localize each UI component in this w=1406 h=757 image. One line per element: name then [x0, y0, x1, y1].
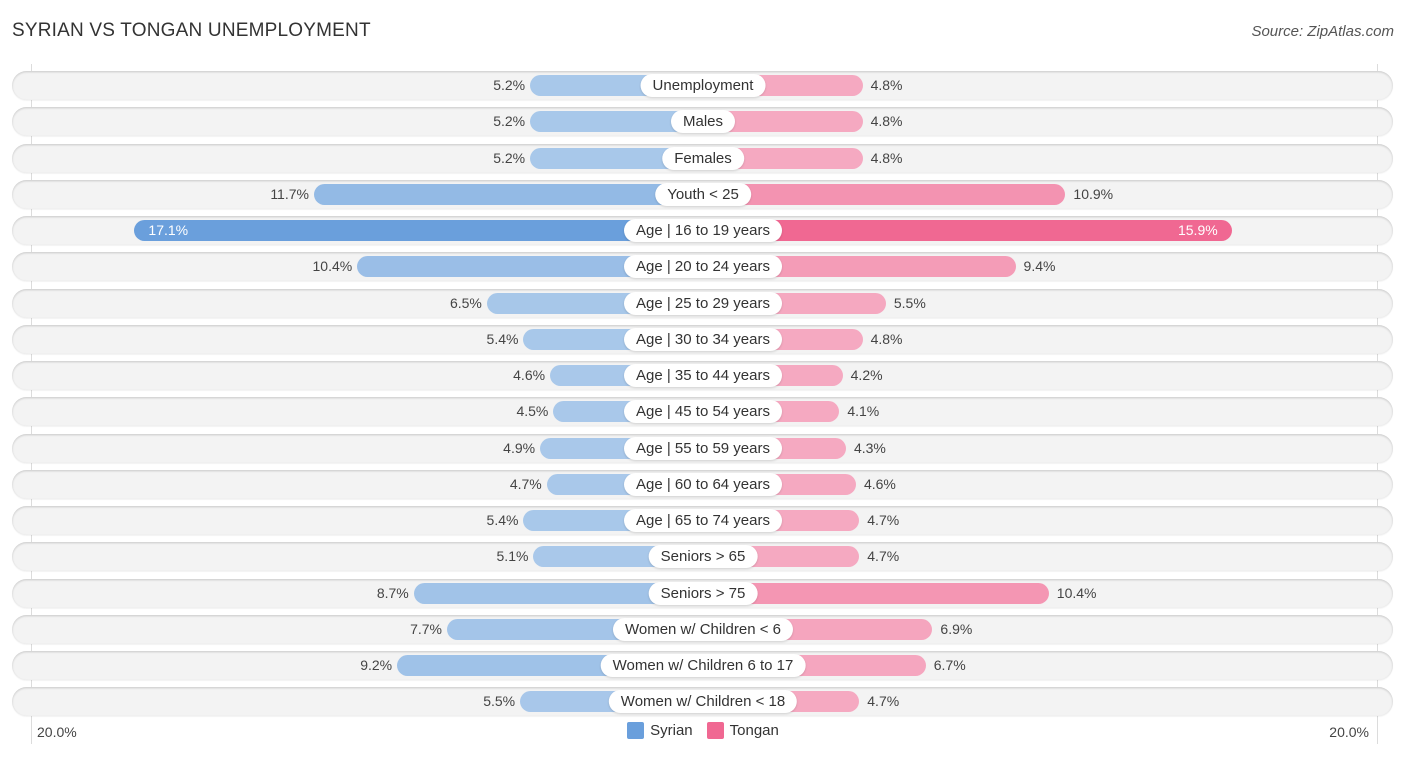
value-label-tongan-seniors-75: 10.4%: [1056, 584, 1097, 601]
category-label-age-35-to-44-years: Age | 35 to 44 years: [624, 364, 782, 387]
category-label-males: Males: [670, 110, 736, 134]
value-label-syrian-age-35-to-44-years: 4.6%: [513, 367, 546, 383]
category-label-age-25-to-29-years: Age | 25 to 29 years: [624, 291, 782, 315]
value-label-tongan-age-45-to-54-years: 4.1%: [847, 403, 880, 420]
value-label-syrian-age-16-to-19-years: 17.1%: [148, 222, 189, 238]
value-label-syrian-women-w-children-18: 5.5%: [483, 693, 516, 710]
value-label-tongan-age-55-to-59-years: 4.3%: [853, 439, 886, 456]
value-label-tongan-unemployment: 4.8%: [870, 77, 903, 93]
value-label-tongan-women-w-children-18: 4.7%: [867, 693, 900, 710]
value-label-syrian-age-45-to-54-years: 4.5%: [516, 403, 549, 420]
category-label-age-16-to-19-years: Age | 16 to 19 years: [624, 219, 782, 242]
value-label-syrian-age-60-to-64-years: 4.7%: [509, 475, 542, 492]
category-label-age-20-to-24-years: Age | 20 to 24 years: [624, 255, 782, 279]
value-label-syrian-unemployment: 5.2%: [493, 77, 526, 93]
value-label-syrian-age-30-to-34-years: 5.4%: [486, 330, 519, 347]
bar-syrian-youth-25[interactable]: [313, 183, 703, 205]
category-label-age-55-to-59-years: Age | 55 to 59 years: [624, 436, 782, 460]
value-label-syrian-males: 5.2%: [493, 113, 526, 130]
value-label-syrian-seniors-65: 5.1%: [496, 548, 529, 565]
legend: Syrian Tongan: [0, 722, 1406, 739]
legend-item-syrian[interactable]: Syrian: [627, 722, 693, 739]
category-label-youth-25: Youth < 25: [655, 182, 751, 206]
value-label-tongan-age-25-to-29-years: 5.5%: [893, 294, 926, 311]
legend-label-syrian: Syrian: [650, 722, 693, 739]
category-label-age-60-to-64-years: Age | 60 to 64 years: [624, 472, 782, 496]
category-label-women-w-children-6-to-17: Women w/ Children 6 to 17: [600, 654, 806, 677]
value-label-syrian-women-w-children-6-to-17: 9.2%: [360, 657, 393, 673]
category-label-seniors-75: Seniors > 75: [648, 581, 758, 605]
value-label-syrian-age-65-to-74-years: 5.4%: [486, 512, 519, 528]
value-label-tongan-age-60-to-64-years: 4.6%: [863, 475, 896, 492]
value-label-syrian-age-20-to-24-years: 10.4%: [312, 258, 353, 275]
value-label-syrian-age-25-to-29-years: 6.5%: [449, 294, 482, 311]
value-label-tongan-age-35-to-44-years: 4.2%: [850, 367, 883, 383]
bar-syrian-age-16-to-19-years[interactable]: [134, 220, 703, 241]
bar-tongan-youth-25[interactable]: [703, 183, 1066, 205]
value-label-syrian-youth-25: 11.7%: [270, 185, 309, 202]
value-label-tongan-age-16-to-19-years: 15.9%: [1177, 222, 1218, 238]
value-label-tongan-seniors-65: 4.7%: [867, 548, 900, 565]
category-label-women-w-children-6: Women w/ Children < 6: [612, 617, 794, 641]
legend-item-tongan[interactable]: Tongan: [706, 722, 779, 739]
category-label-unemployment: Unemployment: [640, 74, 766, 97]
bar-tongan-age-16-to-19-years[interactable]: [703, 220, 1232, 241]
value-label-tongan-age-65-to-74-years: 4.7%: [867, 512, 900, 528]
chart-plot-area: 5.2% 4.8% Unemployment 5.2% 4.8% Males 5.2% 4.8…: [0, 0, 1406, 757]
value-label-tongan-youth-25: 10.9%: [1073, 185, 1114, 202]
value-label-syrian-females: 5.2%: [493, 149, 526, 166]
category-label-women-w-children-18: Women w/ Children < 18: [608, 690, 798, 714]
category-label-age-45-to-54-years: Age | 45 to 54 years: [624, 400, 782, 424]
value-label-syrian-women-w-children-6: 7.7%: [410, 620, 442, 637]
value-label-tongan-women-w-children-6-to-17: 6.7%: [933, 657, 966, 673]
category-label-age-65-to-74-years: Age | 65 to 74 years: [624, 509, 782, 532]
value-label-tongan-females: 4.8%: [870, 149, 903, 166]
value-label-tongan-women-w-children-6: 6.9%: [940, 620, 973, 637]
legend-swatch-syrian: [627, 722, 645, 739]
category-label-females: Females: [662, 146, 744, 170]
value-label-tongan-age-30-to-34-years: 4.8%: [870, 330, 903, 347]
legend-label-tongan: Tongan: [729, 722, 779, 739]
legend-swatch-tongan: [706, 722, 724, 739]
value-label-syrian-age-55-to-59-years: 4.9%: [503, 439, 536, 456]
category-label-seniors-65: Seniors > 65: [648, 545, 758, 569]
value-label-tongan-males: 4.8%: [870, 113, 903, 130]
category-label-age-30-to-34-years: Age | 30 to 34 years: [624, 327, 782, 351]
value-label-tongan-age-20-to-24-years: 9.4%: [1023, 258, 1056, 275]
value-label-syrian-seniors-75: 8.7%: [376, 584, 409, 601]
